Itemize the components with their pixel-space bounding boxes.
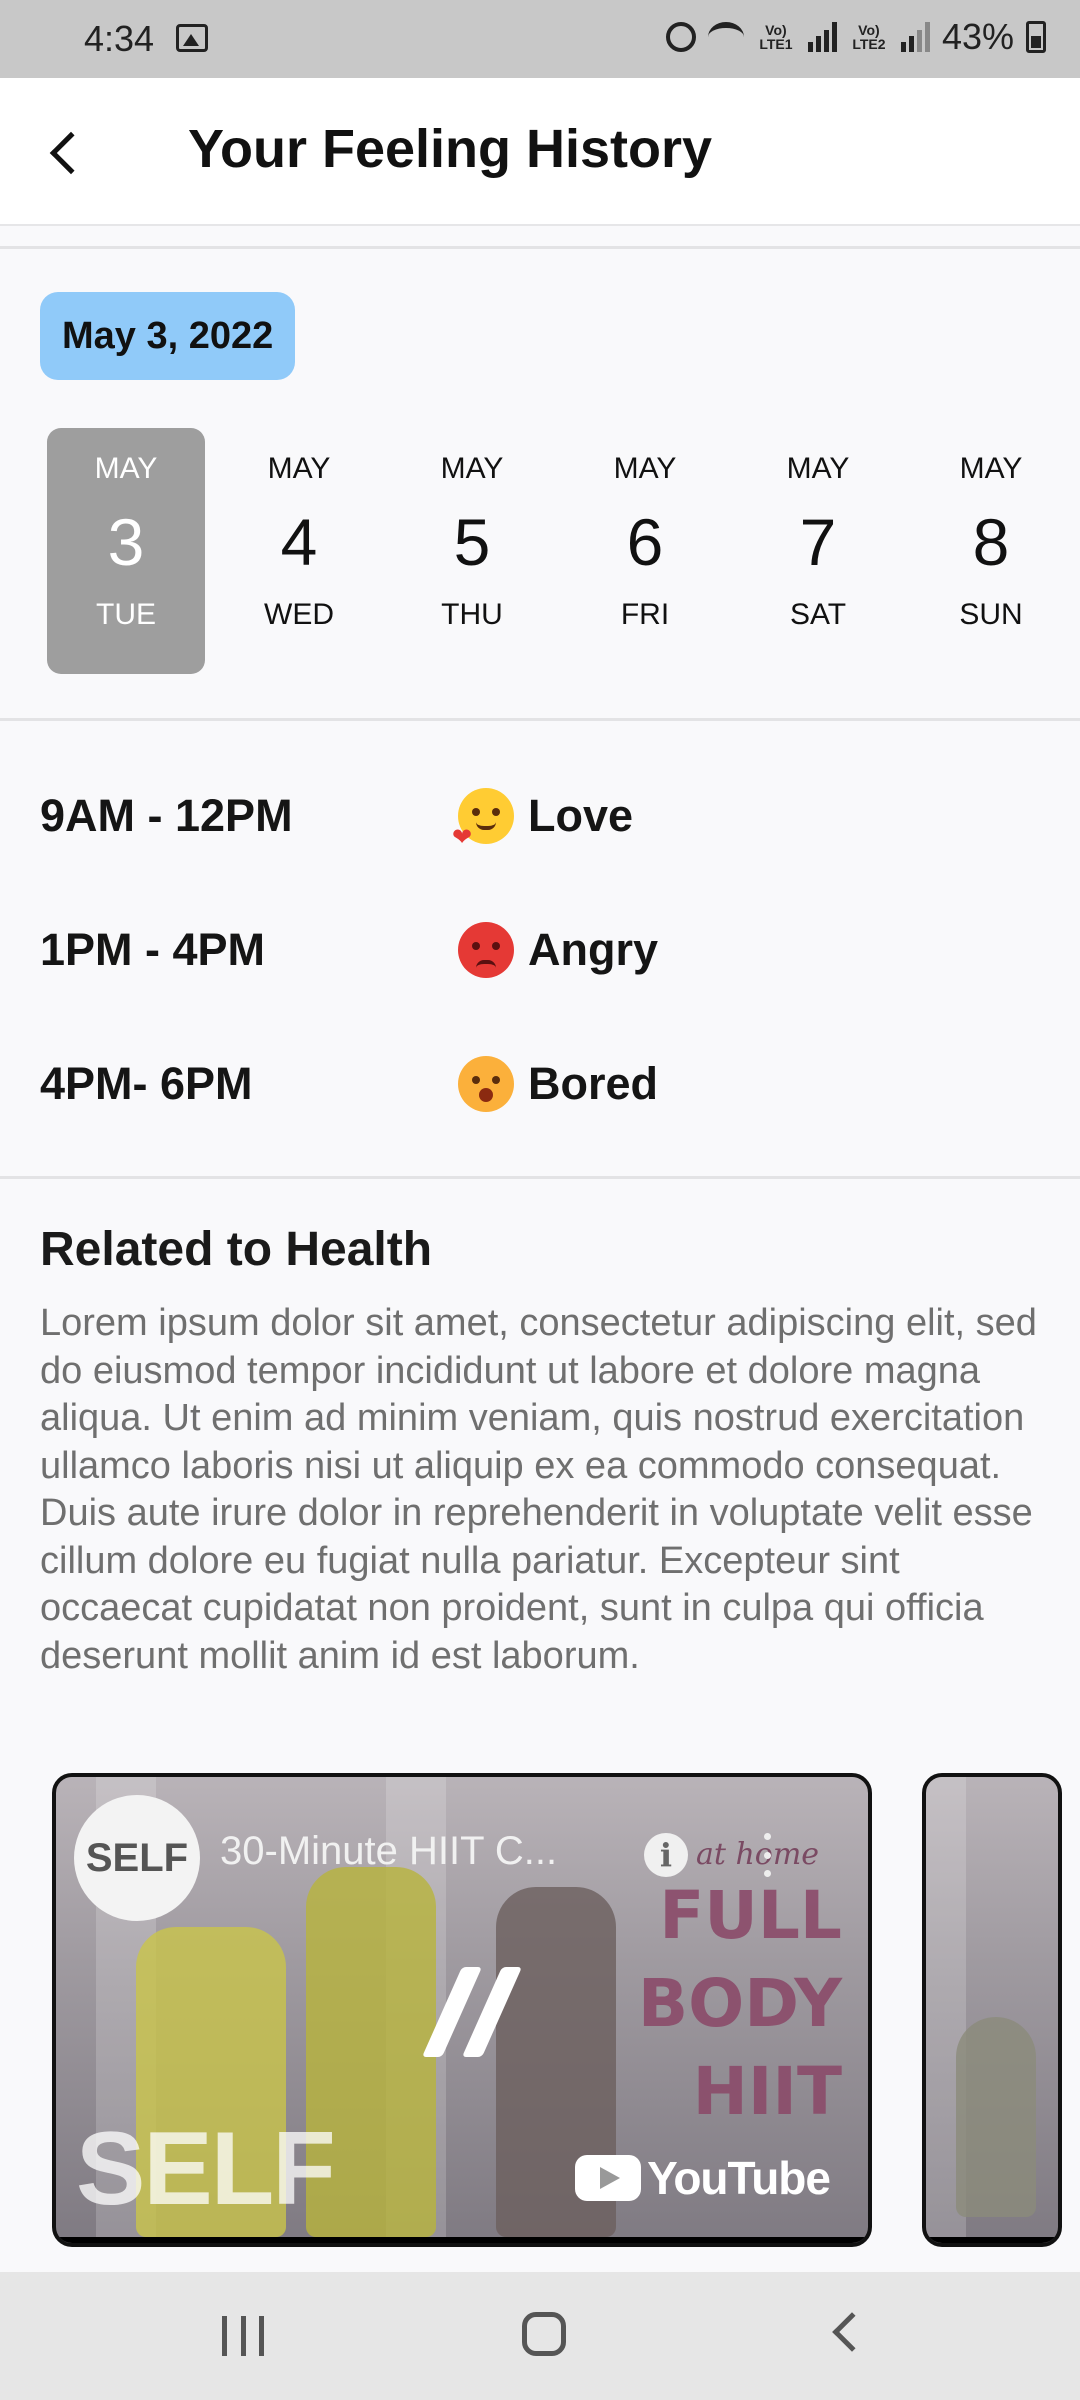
feeling-label: Bored	[528, 1058, 659, 1109]
day-month: MAY	[613, 452, 677, 485]
feeling-label: Love	[528, 790, 634, 841]
time-range: 1PM - 4PM	[40, 924, 266, 975]
app-bar: Your Feeling History	[0, 78, 1080, 226]
day-may-6[interactable]: MAY 6 FRI	[566, 428, 724, 674]
day-weekday: TUE	[96, 598, 156, 631]
promo-line: FULL	[659, 1877, 842, 1954]
video-card[interactable]: SELF 30-Minute HIIT C... i at home FULL …	[52, 1773, 872, 2247]
page-title: Your Feeling History	[188, 119, 713, 179]
divider	[0, 718, 1080, 721]
youtube-label: YouTube	[647, 2152, 831, 2204]
back-nav-icon[interactable]	[832, 2312, 872, 2352]
love-emoji-icon	[452, 788, 514, 852]
youtube-logo[interactable]: YouTube	[575, 2151, 831, 2205]
section-title: Related to Health	[40, 1223, 433, 1276]
time-range: 4PM- 6PM	[40, 1058, 253, 1109]
day-number: 3	[107, 505, 145, 579]
loading-indicator-icon	[412, 1967, 523, 2077]
feeling-row: 1PM - 4PM Angry	[40, 910, 1040, 990]
promo-line: BODY	[637, 1965, 842, 2042]
video-progress-bar	[926, 2237, 1058, 2243]
selected-date-chip[interactable]: May 3, 2022	[40, 292, 296, 380]
youtube-play-icon	[575, 2155, 642, 2201]
signal-2-icon	[900, 22, 930, 52]
video-progress-bar	[56, 2237, 868, 2243]
system-nav-bar	[0, 2272, 1080, 2400]
more-options-icon[interactable]	[762, 1833, 772, 1877]
health-description: Lorem ipsum dolor sit amet, consectetur …	[40, 1302, 1037, 1677]
divider	[0, 246, 1080, 249]
day-month: MAY	[267, 452, 331, 485]
day-may-8[interactable]: MAY 8 SUN	[912, 428, 1070, 674]
back-button[interactable]	[30, 118, 100, 188]
recents-icon[interactable]	[222, 2316, 264, 2356]
status-icons: Vo) LTE1 Vo) LTE2 43%	[665, 16, 1046, 58]
day-number: 7	[799, 505, 837, 579]
gallery-icon	[176, 24, 208, 52]
day-month: MAY	[440, 452, 504, 485]
day-number: 8	[972, 505, 1010, 579]
person-figure	[956, 2017, 1036, 2217]
day-may-7[interactable]: MAY 7 SAT	[739, 428, 897, 674]
time-range: 9AM - 12PM	[40, 790, 293, 841]
day-month: MAY	[959, 452, 1023, 485]
status-time: 4:34	[84, 18, 155, 59]
day-number: 5	[453, 505, 491, 579]
bored-emoji-icon	[458, 1056, 514, 1112]
promo-line: HIIT	[692, 2053, 842, 2130]
video-title[interactable]: 30-Minute HIIT C...	[220, 1829, 640, 1874]
day-month: MAY	[786, 452, 850, 485]
day-weekday: WED	[264, 598, 334, 631]
lte2-label: Vo) LTE2	[852, 22, 886, 52]
day-weekday: THU	[441, 598, 503, 631]
day-weekday: FRI	[620, 598, 670, 631]
channel-logo[interactable]: SELF	[74, 1795, 200, 1921]
back-arrow-icon	[49, 131, 93, 175]
day-may-3[interactable]: MAY 3 TUE	[47, 428, 205, 674]
day-may-5[interactable]: MAY 5 THU	[393, 428, 551, 674]
info-icon[interactable]: i	[644, 1833, 688, 1877]
watermark-text: SELF	[76, 2111, 336, 2227]
battery-icon	[1026, 21, 1046, 53]
feeling-row: 4PM- 6PM Bored	[40, 1044, 1040, 1124]
lte1-label: Vo) LTE1	[759, 22, 793, 52]
day-may-4[interactable]: MAY 4 WED	[220, 428, 378, 674]
wifi-icon	[707, 22, 744, 52]
home-icon[interactable]	[522, 2312, 566, 2356]
day-number: 6	[626, 505, 664, 579]
day-number: 4	[280, 505, 318, 579]
feeling-label: Angry	[528, 924, 659, 975]
signal-1-icon	[807, 22, 837, 52]
angry-emoji-icon	[458, 922, 514, 978]
day-weekday: SAT	[789, 598, 847, 631]
battery-percent: 43%	[941, 16, 1014, 57]
day-month: MAY	[94, 452, 158, 485]
day-weekday: SUN	[959, 598, 1023, 631]
divider	[0, 1176, 1080, 1179]
status-bar: 4:34 Vo) LTE1 Vo) LTE2 43%	[0, 0, 1080, 78]
video-card-next[interactable]	[922, 1773, 1062, 2247]
promo-subtitle: at home	[696, 1837, 820, 1872]
feeling-row: 9AM - 12PM Love	[40, 776, 1040, 856]
alarm-icon	[665, 22, 696, 52]
